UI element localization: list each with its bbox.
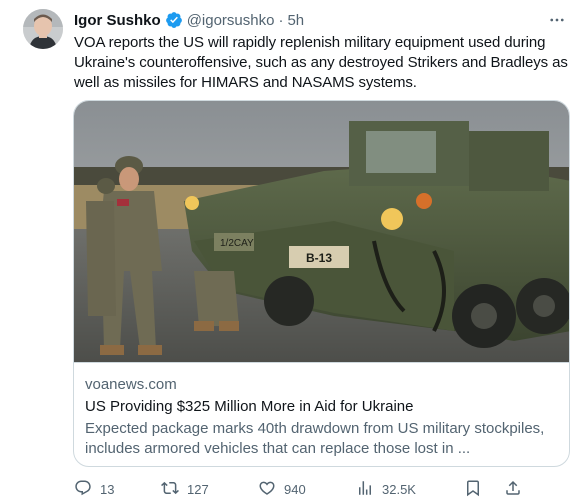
share-icon <box>504 479 522 500</box>
author-name[interactable]: Igor Sushko <box>74 12 161 29</box>
avatar[interactable] <box>23 9 63 49</box>
views-count: 32.5K <box>382 481 416 497</box>
more-options-icon[interactable] <box>548 12 566 28</box>
separator-dot: · <box>278 11 284 29</box>
link-preview-card[interactable]: 1/2CAY B-13 voanews.com US Providing $32… <box>73 100 570 467</box>
reply-icon <box>74 479 92 500</box>
action-bar: 13 127 940 32.5K <box>74 479 569 499</box>
verified-badge-icon <box>165 11 183 29</box>
tweet-text-line: well as missiles for HIMARS and NASAMS s… <box>74 74 417 91</box>
card-title[interactable]: US Providing $325 Million More in Aid fo… <box>85 398 413 415</box>
card-description-line: Expected package marks 40th drawdown fro… <box>85 420 545 437</box>
reply-count: 13 <box>100 481 115 497</box>
like-button[interactable]: 940 <box>258 479 306 499</box>
like-count: 940 <box>284 481 306 497</box>
author-handle[interactable]: @igorsushko <box>187 12 275 29</box>
tweet-header: Igor Sushko @igorsushko · 5h <box>74 10 304 30</box>
tweet-text-line: VOA reports the US will rapidly replenis… <box>74 34 546 51</box>
retweet-icon <box>161 479 179 500</box>
card-info[interactable]: voanews.com US Providing $325 Million Mo… <box>74 362 569 457</box>
plate-center-text: B-13 <box>306 251 332 265</box>
views-icon <box>356 479 374 500</box>
bookmark-icon <box>464 479 482 500</box>
plate-left-text: 1/2CAY <box>220 238 254 249</box>
card-description: Expected package marks 40th drawdown fro… <box>85 419 563 459</box>
retweet-button[interactable]: 127 <box>161 479 209 499</box>
tweet-text: VOA reports the US will rapidly replenis… <box>74 33 569 93</box>
heart-icon <box>258 479 276 500</box>
share-button[interactable] <box>504 479 522 499</box>
tweet-timestamp[interactable]: 5h <box>287 12 304 29</box>
tweet-text-line: Ukraine's counteroffensive, such as any … <box>74 54 568 71</box>
card-domain[interactable]: voanews.com <box>85 376 177 393</box>
tweet: Igor Sushko @igorsushko · 5h VOA reports… <box>0 0 575 500</box>
bookmark-button[interactable] <box>464 479 482 499</box>
card-description-line: includes armored vehicles that can repla… <box>85 440 471 457</box>
retweet-count: 127 <box>187 481 209 497</box>
card-image[interactable]: 1/2CAY B-13 <box>74 101 569 362</box>
views-button[interactable]: 32.5K <box>356 479 416 499</box>
reply-button[interactable]: 13 <box>74 479 114 499</box>
